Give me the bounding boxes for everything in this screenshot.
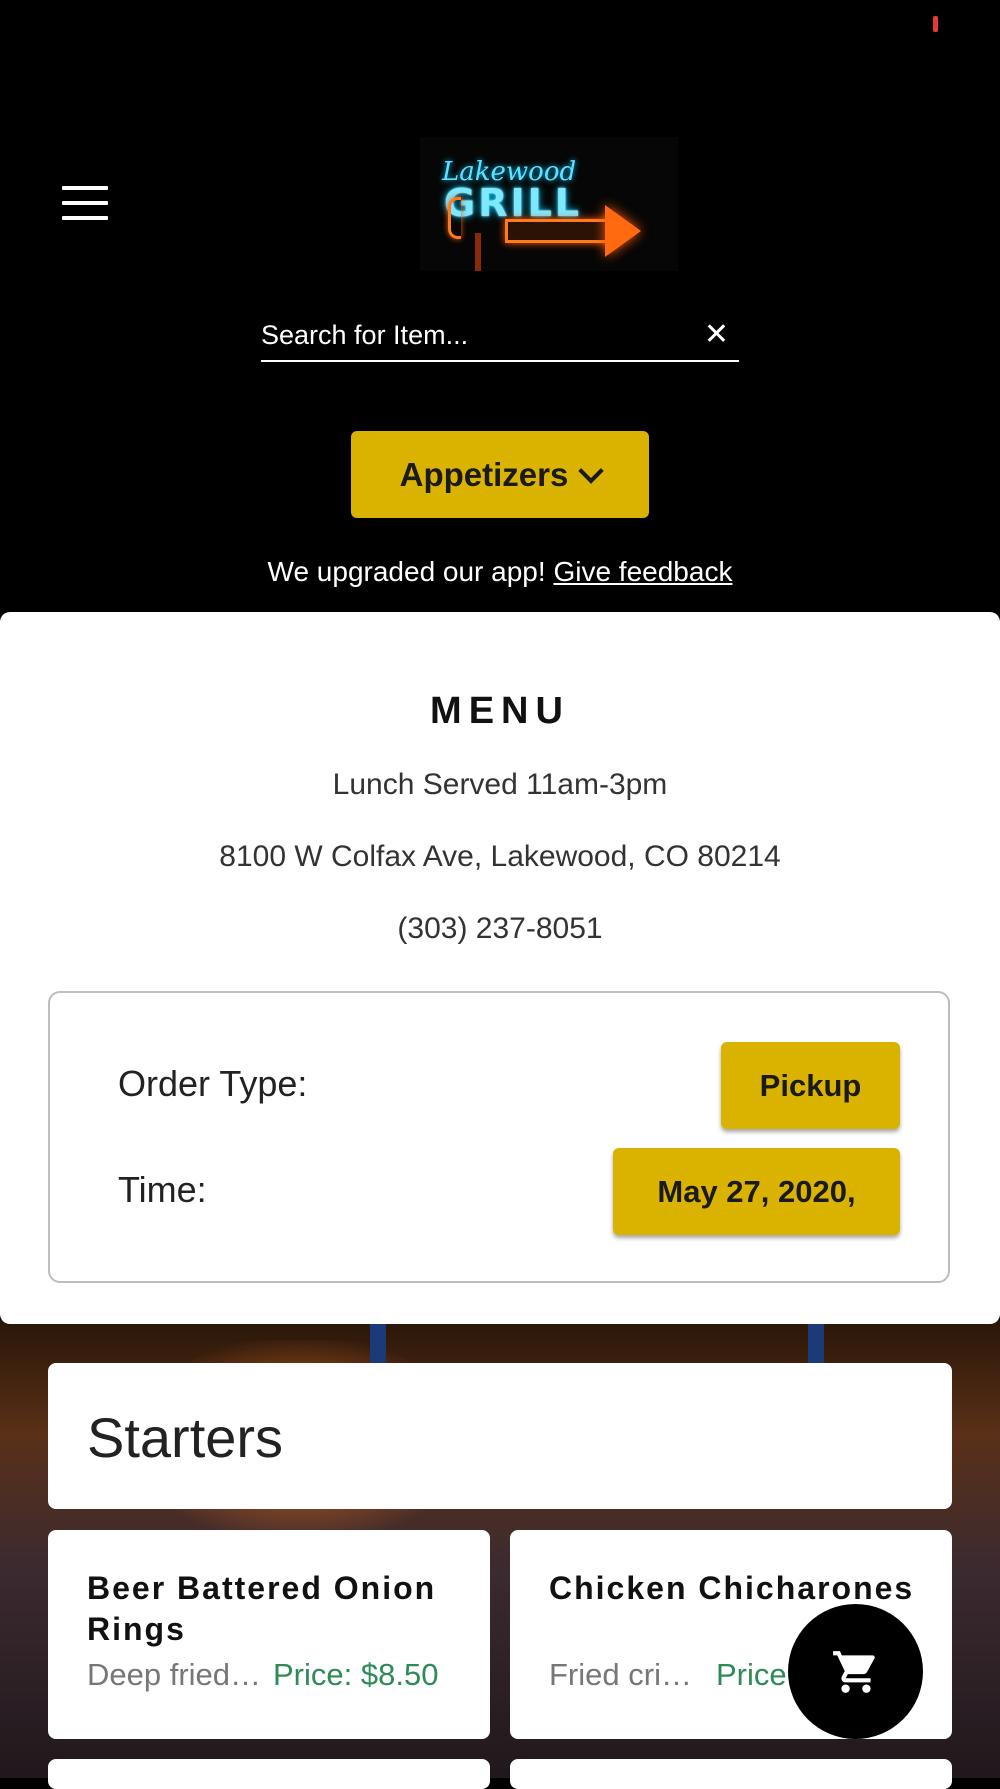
menu-hours: Lunch Served 11am-3pm	[332, 768, 668, 801]
item-description: Deep fried onion rings	[87, 1657, 267, 1692]
menu-item-card[interactable]	[48, 1759, 490, 1789]
menu-item-card[interactable]	[510, 1759, 952, 1789]
order-type-label: Order Type:	[118, 1063, 308, 1104]
logo-arrow-body	[505, 219, 616, 243]
restaurant-address: 8100 W Colfax Ave, Lakewood, CO 80214	[219, 840, 781, 873]
notification-indicator	[933, 16, 938, 32]
restaurant-logo: Lakewood GRILL	[420, 137, 678, 271]
section-header-card: Starters	[48, 1363, 952, 1509]
logo-sign-post	[475, 233, 481, 271]
item-name: Beer Battered Onion Rings	[87, 1570, 437, 1647]
close-icon[interactable]: ✕	[704, 320, 729, 350]
chevron-down-icon	[578, 457, 605, 484]
menu-item-card[interactable]: Beer Battered Onion Rings Deep fried oni…	[48, 1530, 490, 1739]
item-description: Fried crispy chicken	[549, 1657, 694, 1692]
hamburger-menu-icon[interactable]	[62, 186, 108, 220]
time-picker-button[interactable]: May 27, 2020,	[613, 1148, 900, 1235]
cart-button[interactable]	[788, 1604, 923, 1739]
order-type-button[interactable]: Pickup	[721, 1042, 900, 1129]
upgrade-message: We upgraded our app!	[267, 556, 546, 587]
upgrade-banner: We upgraded our app! Give feedback	[0, 556, 1000, 588]
search-bar: ✕	[261, 310, 739, 362]
shopping-cart-icon	[832, 1650, 875, 1693]
item-price: Price:	[716, 1657, 796, 1692]
restaurant-phone[interactable]: (303) 237-8051	[0, 912, 1000, 946]
order-settings-box	[48, 991, 950, 1283]
time-label: Time:	[118, 1169, 207, 1210]
logo-arrow-curve	[448, 197, 461, 239]
section-title: Starters	[87, 1406, 284, 1469]
category-label: Appetizers	[399, 455, 569, 493]
logo-arrow-head	[605, 205, 641, 257]
item-price: Price: $8.50	[273, 1657, 439, 1692]
give-feedback-link[interactable]: Give feedback	[553, 556, 732, 587]
menu-title: MENU	[430, 690, 570, 732]
item-name: Chicken Chicharones	[549, 1570, 915, 1606]
search-input[interactable]	[261, 318, 681, 352]
category-dropdown-button[interactable]: Appetizers	[351, 431, 649, 518]
